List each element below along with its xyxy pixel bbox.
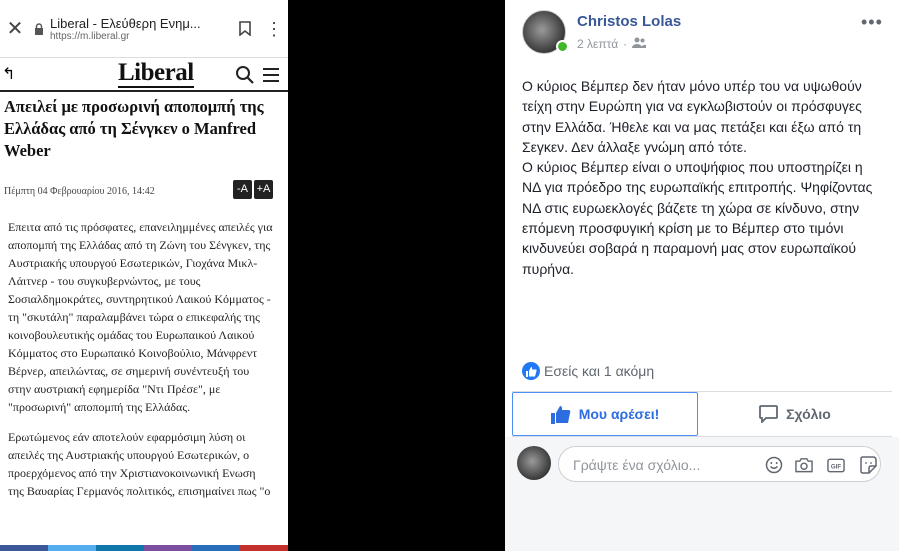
site-logo[interactable]: Liberal	[118, 60, 194, 88]
comment-button[interactable]: Σχόλιο	[698, 392, 892, 436]
facebook-post: Christos Lolas 2 λεπτά · ••• Ο κύριος Βέ…	[505, 0, 899, 551]
reaction-summary[interactable]: Εσείς και 1 ακόμη	[522, 362, 654, 380]
post-meta: 2 λεπτά ·	[577, 37, 647, 51]
post-author[interactable]: Christos Lolas	[577, 13, 681, 30]
tab-title: Liberal - Ελεύθερη Ενημ...	[50, 15, 201, 31]
share-bar	[0, 545, 288, 551]
comment-label: Σχόλιο	[786, 406, 831, 422]
article-paragraph: Επειτα από τις πρόσφατες, επανειλημμένες…	[8, 220, 273, 414]
close-tab-icon[interactable]: ✕	[0, 16, 30, 41]
comment-placeholder: Γράψτε ένα σχόλιο...	[573, 457, 701, 473]
article-body: Επειτα από τις πρόσφατες, επανειλημμένες…	[0, 208, 288, 500]
like-button[interactable]: Μου αρέσει!	[512, 392, 698, 436]
share-button[interactable]	[0, 545, 48, 551]
more-options-icon[interactable]: •••	[861, 12, 883, 33]
comment-composer: Γράψτε ένα σχόλιο... GIF	[505, 437, 899, 551]
comment-input[interactable]: Γράψτε ένα σχόλιο... GIF	[558, 446, 881, 482]
address-field[interactable]: Liberal - Ελεύθερη Ενημ... https://m.lib…	[46, 16, 230, 42]
post-actions: Μου αρέσει! Σχόλιο	[512, 391, 892, 437]
share-button[interactable]	[240, 545, 288, 551]
sticker-icon[interactable]	[859, 456, 877, 474]
browser-menu-icon[interactable]: ⋮	[260, 20, 288, 38]
mobile-browser: ✕ Liberal - Ελεύθερη Ενημ... https://m.l…	[0, 0, 288, 551]
article-date: Πέμπτη 04 Φεβρουαρίου 2016, 14:42	[4, 186, 155, 197]
article-headline: Απειλεί με προσωρινή αποπομπή της Ελλάδα…	[4, 97, 264, 160]
font-increase-button[interactable]: +A	[254, 180, 273, 199]
reaction-text: Εσείς και 1 ακόμη	[544, 363, 655, 379]
article-meta: Πέμπτη 04 Φεβρουαρίου 2016, 14:42 -A +A	[0, 178, 288, 208]
article-paragraph: Ερωτώμενος εάν αποτελούν εφαρμόσιμη λύση…	[8, 430, 271, 498]
font-decrease-button[interactable]: -A	[233, 180, 252, 199]
online-status-dot	[556, 40, 569, 53]
post-text-line: Ο κύριος Βέμπερ είναι ο υποψήφιος που υπ…	[522, 159, 873, 277]
like-label: Μου αρέσει!	[578, 406, 660, 422]
gif-icon[interactable]: GIF	[827, 456, 845, 474]
lock-icon	[34, 22, 46, 35]
browser-url-bar: ✕ Liberal - Ελεύθερη Ενημ... https://m.l…	[0, 0, 288, 58]
friends-audience-icon[interactable]	[632, 37, 647, 51]
share-button[interactable]	[144, 545, 192, 551]
gif-label: GIF	[831, 463, 841, 470]
site-header: ↰ Liberal	[0, 58, 288, 92]
avatar[interactable]	[517, 446, 551, 480]
url-text: https://m.liberal.gr	[50, 30, 130, 42]
comment-bubble-icon	[759, 405, 779, 423]
like-reaction-icon	[522, 362, 540, 380]
share-button[interactable]	[192, 545, 240, 551]
thumbs-up-icon	[550, 405, 571, 424]
camera-icon[interactable]	[795, 456, 813, 474]
back-arrow-icon[interactable]: ↰	[2, 64, 20, 84]
share-button[interactable]	[48, 545, 96, 551]
emoji-icon[interactable]	[765, 456, 783, 474]
separator-dot: ·	[623, 37, 628, 51]
post-text: Ο κύριος Βέμπερ δεν ήταν μόνο υπέρ του ν…	[522, 76, 882, 279]
search-icon[interactable]	[235, 65, 254, 89]
bookmark-icon[interactable]	[230, 21, 260, 36]
share-button[interactable]	[96, 545, 144, 551]
post-timestamp[interactable]: 2 λεπτά	[577, 37, 618, 51]
hamburger-menu-icon[interactable]	[263, 68, 279, 86]
post-text-line: Ο κύριος Βέμπερ δεν ήταν μόνο υπέρ του ν…	[522, 78, 862, 155]
